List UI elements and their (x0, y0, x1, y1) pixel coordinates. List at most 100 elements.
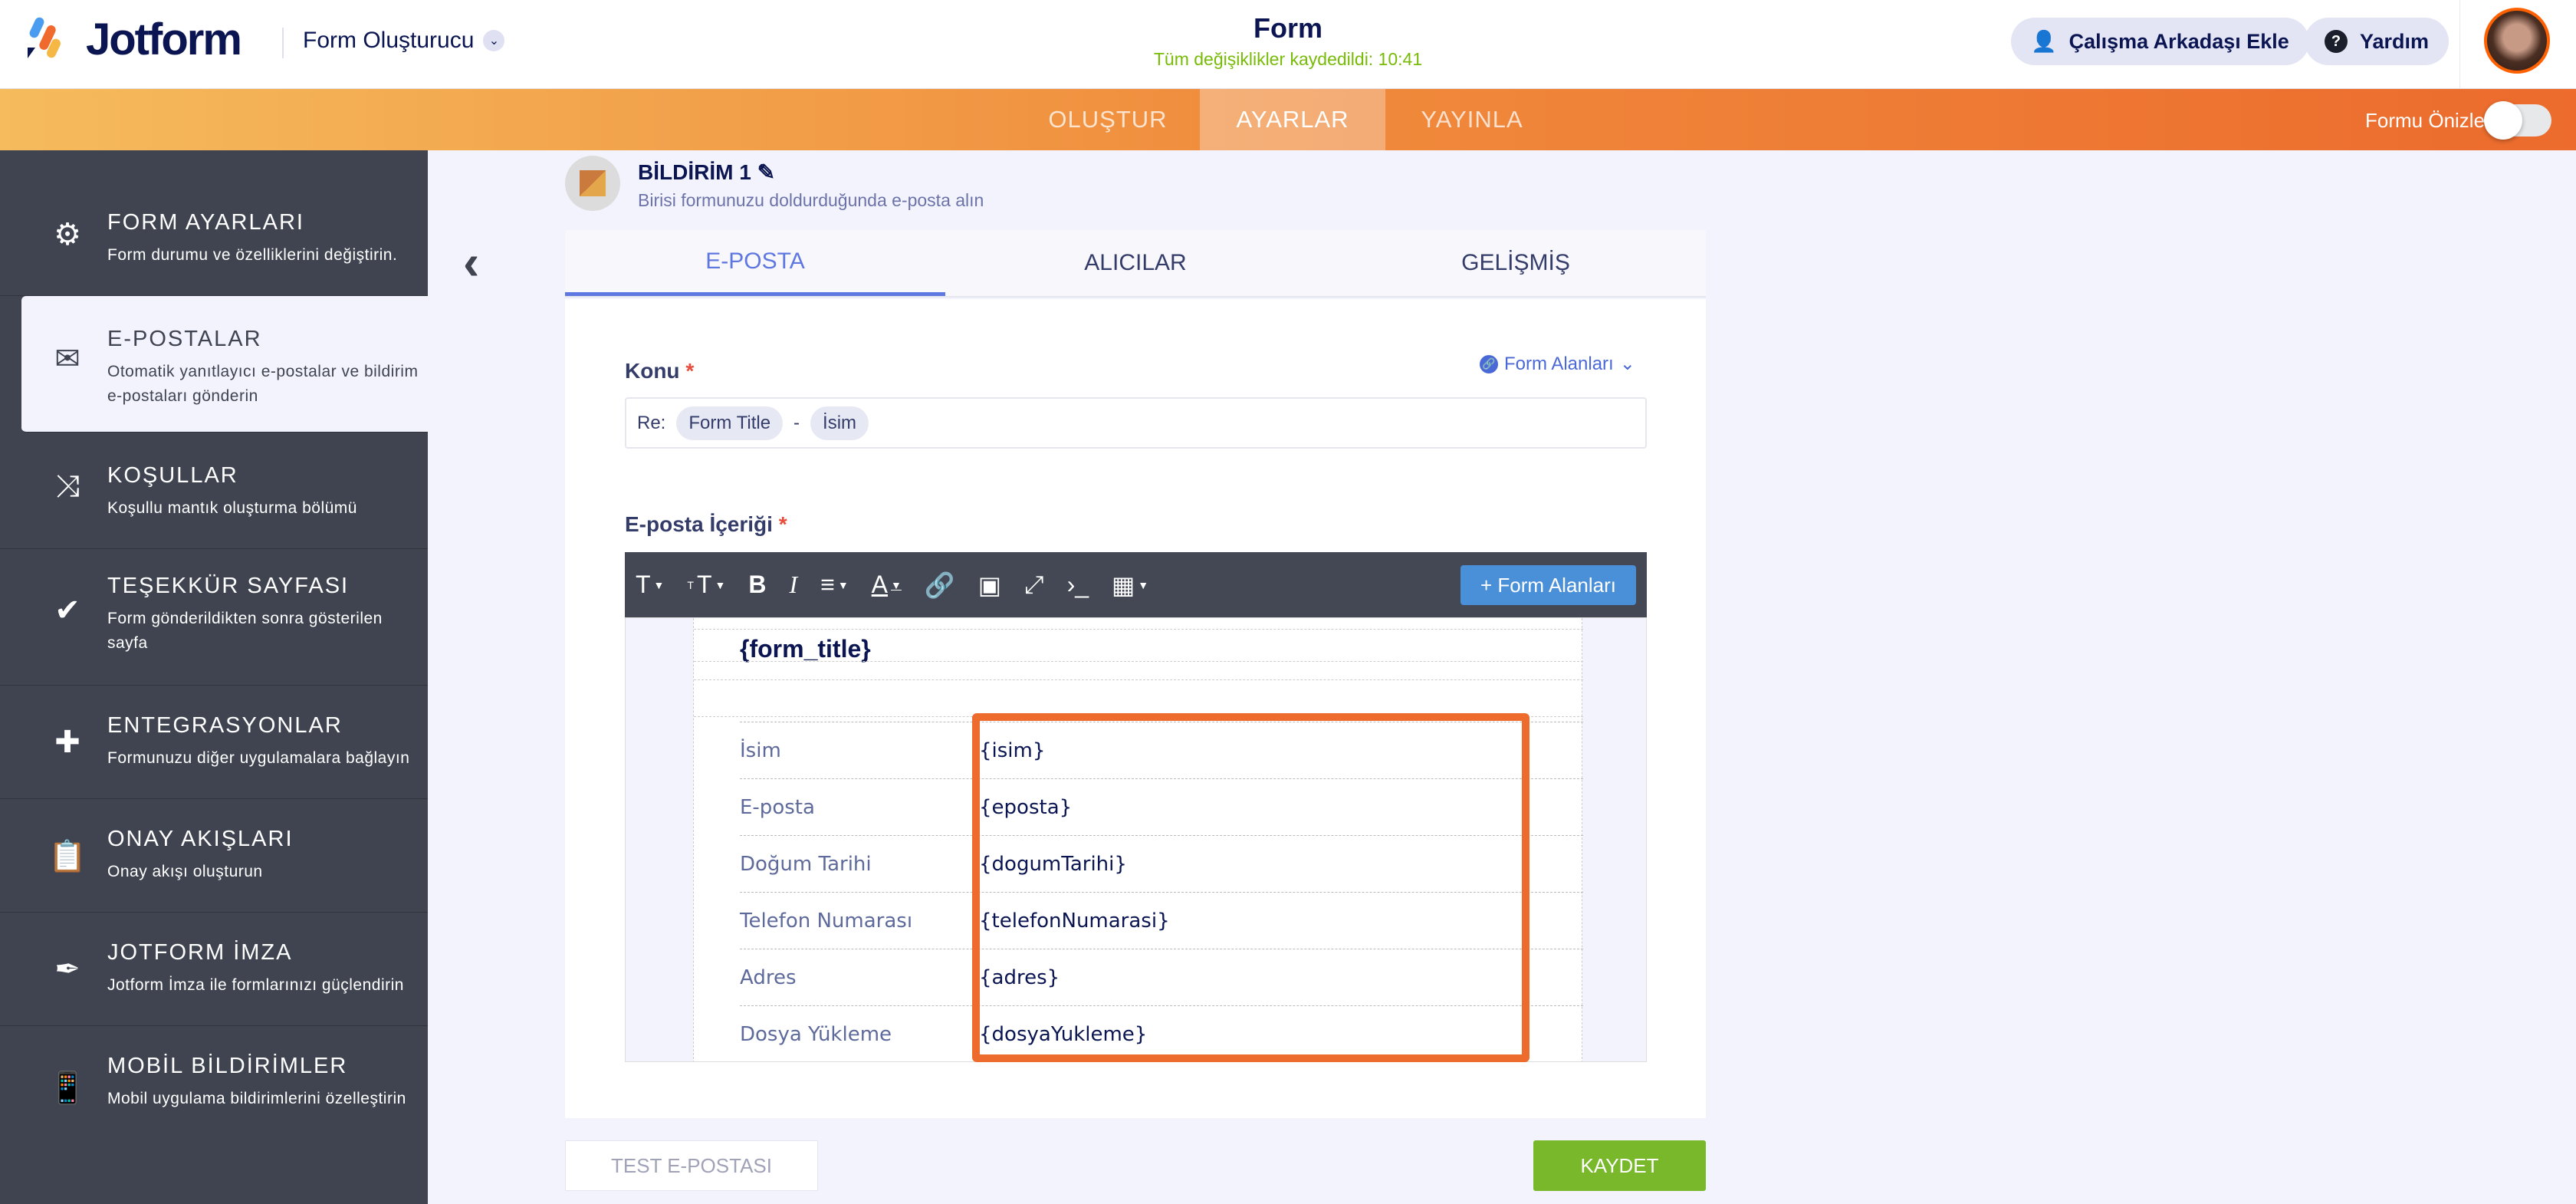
preview-label: Formu Önizle (2365, 109, 2486, 132)
notification-title-text: BİLDİRİM 1 (638, 160, 751, 184)
tab-recipients[interactable]: ALICILAR (945, 230, 1326, 296)
email-tabs: E-POSTA ALICILAR GELİŞMİŞ (565, 230, 1706, 298)
item-title: TEŞEKKÜR SAYFASI (107, 574, 350, 598)
notification-title[interactable]: BİLDİRİM 1 ✎ (638, 160, 775, 185)
item-desc: Onay akışı oluşturun (107, 863, 263, 880)
subject-prefix: Re: (637, 412, 666, 433)
preview-toggle[interactable] (2484, 101, 2551, 140)
pencil-icon[interactable]: ✎ (757, 160, 775, 184)
envelope-icon (565, 156, 620, 211)
required-mark: * (778, 512, 787, 536)
field-label: E-posta (740, 795, 815, 819)
top-header: Jotform Form Oluşturucu ⌄ Form Tüm değişi… (0, 0, 2576, 89)
approval-icon: 📋 (48, 839, 87, 873)
question-icon: ? (2325, 30, 2348, 53)
sidebar-item-approval-flows[interactable]: 📋 ONAY AKIŞLARI Onay akışı oluşturun (0, 799, 428, 913)
item-desc: Koşullu mantık oluşturma bölümü (107, 499, 357, 517)
content-label: E-posta İçeriği * (625, 512, 787, 537)
form-title[interactable]: Form (1211, 12, 1365, 44)
save-status: Tüm değişiklikler kaydedildi: 10:41 (1153, 49, 1423, 69)
bold-icon[interactable]: B (748, 571, 766, 599)
sidebar-item-conditions[interactable]: ⤨ KOŞULLAR Koşullu mantık oluşturma bölümü (0, 434, 428, 549)
item-title: FORM AYARLARI (107, 210, 304, 235)
subject-input[interactable]: Re: Form Title - İsim (625, 397, 1647, 449)
jotform-logo-icon (28, 17, 61, 58)
puzzle-icon: ✚ (54, 725, 80, 759)
image-icon[interactable]: ▣ (978, 571, 1001, 600)
align-icon[interactable]: ≡ ▼ (820, 571, 849, 599)
sidebar-item-emails[interactable]: ✉ E-POSTALAR Otomatik yanıtlayıcı e-postal… (21, 296, 428, 433)
user-avatar[interactable] (2484, 8, 2550, 74)
field-label: Dosya Yükleme (740, 1022, 892, 1046)
nav-tab-settings[interactable]: AYARLAR (1200, 89, 1385, 150)
add-form-field-button[interactable]: + Form Alanları (1460, 565, 1636, 605)
help-button[interactable]: ? Yardım (2305, 18, 2450, 65)
italic-icon[interactable]: I (789, 571, 797, 599)
header-divider (282, 28, 284, 58)
sidebar-item-form-settings[interactable]: ⚙ FORM AYARLARI Form durumu ve özellikleri… (0, 150, 428, 296)
link-icon[interactable]: 🔗 (925, 571, 955, 600)
envelope-icon: ✉ (54, 342, 80, 376)
item-title: E-POSTALAR (107, 327, 262, 351)
back-chevron-icon[interactable]: ‹ (463, 234, 479, 291)
divider (694, 629, 1583, 630)
field-label: Doğum Tarihi (740, 852, 872, 876)
item-title: KOŞULLAR (107, 463, 238, 488)
jotform-logo-text[interactable]: Jotform (86, 14, 242, 65)
form-fields-link[interactable]: 🔗 Form Alanları ⌄ (1480, 353, 1635, 375)
item-title: ENTEGRASYONLAR (107, 713, 343, 738)
subject-label-text: Konu (625, 359, 680, 383)
subject-tag[interactable]: Form Title (676, 406, 784, 440)
chevron-down-icon: ⌄ (483, 30, 505, 51)
invite-collaborator-button[interactable]: 👤 Çalışma Arkadaşı Ekle (2011, 18, 2309, 65)
form-fields-link-text: Form Alanları (1504, 353, 1614, 374)
invite-label: Çalışma Arkadaşı Ekle (2068, 29, 2289, 53)
highlight-box (972, 713, 1530, 1062)
sidebar-item-integrations[interactable]: ✚ ENTEGRASYONLAR Formunuzu diğer uygulamal… (0, 686, 428, 799)
item-title: JOTFORM İMZA (107, 940, 293, 965)
sidebar-item-thank-you[interactable]: ✔ TEŞEKKÜR SAYFASI Form gönderildikten son… (0, 549, 428, 686)
link-icon: 🔗 (1480, 354, 1498, 373)
fullscreen-icon[interactable]: ⤢ (1024, 571, 1044, 600)
item-desc: Jotform İmza ile formlarınızı güçlendiri… (107, 976, 404, 994)
item-desc: Otomatik yanıtlayıcı e-postalar ve bildi… (107, 363, 419, 405)
form-title-placeholder: {form_title} (740, 635, 871, 663)
content-label-text: E-posta İçeriği (625, 512, 773, 536)
subject-separator: - (794, 412, 800, 433)
font-family-icon[interactable]: T ▼ (636, 571, 664, 599)
nav-tab-publish[interactable]: YAYINLA (1388, 89, 1556, 150)
item-desc: Form durumu ve özelliklerini değiştirin. (107, 246, 398, 264)
source-code-icon[interactable]: ›_ (1067, 571, 1089, 599)
tab-advanced[interactable]: GELİŞMİŞ (1326, 230, 1706, 296)
table-icon[interactable]: ▦ ▼ (1112, 571, 1148, 600)
chevron-down-icon: ⌄ (1619, 354, 1635, 374)
field-label: Adres (740, 966, 797, 989)
main-nav: OLUŞTUR AYARLAR YAYINLA Formu Önizle (0, 89, 2576, 150)
mobile-icon: 📱 (48, 1071, 87, 1105)
text-color-icon[interactable]: A ▼ (872, 571, 902, 599)
font-size-icon[interactable]: T T ▼ (687, 571, 725, 599)
notification-desc: Birisi formunuzu doldurduğunda e-posta a… (638, 190, 984, 210)
shuffle-icon: ⤨ (55, 469, 80, 503)
nav-tab-build[interactable]: OLUŞTUR (1024, 89, 1192, 150)
pen-icon: ✒ (54, 952, 80, 986)
save-button[interactable]: KAYDET (1533, 1140, 1706, 1191)
item-desc: Form gönderildikten sonra gösterilen say… (107, 610, 383, 652)
subject-tag[interactable]: İsim (810, 406, 869, 440)
divider (694, 679, 1583, 680)
field-label: Telefon Numarası (740, 909, 913, 933)
sidebar-item-mobile-notifications[interactable]: 📱 MOBİL BİLDİRİMLER Mobil uygulama bildiri… (0, 1026, 428, 1164)
test-email-button[interactable]: TEST E-POSTASI (565, 1140, 818, 1191)
item-title: MOBİL BİLDİRİMLER (107, 1054, 348, 1078)
help-label: Yardım (2360, 29, 2430, 53)
divider (694, 661, 1583, 662)
tab-email[interactable]: E-POSTA (565, 230, 945, 296)
editor-toolbar: T ▼ T T ▼ B I ≡ ▼ A ▼ 🔗 ▣ ⤢ ›_ ▦ ▼ + Form Alan… (625, 552, 1647, 617)
sidebar-item-jotform-sign[interactable]: ✒ JOTFORM İMZA Jotform İmza ile formlarını… (0, 913, 428, 1026)
builder-dropdown[interactable]: Form Oluşturucu ⌄ (303, 28, 505, 54)
item-desc: Formunuzu diğer uygulamalara bağlayın (107, 749, 410, 767)
item-desc: Mobil uygulama bildirimlerini özelleştir… (107, 1090, 406, 1107)
check-circle-icon: ✔ (54, 594, 80, 627)
user-icon: 👤 (2031, 30, 2057, 53)
builder-label: Form Oluşturucu (303, 28, 475, 53)
